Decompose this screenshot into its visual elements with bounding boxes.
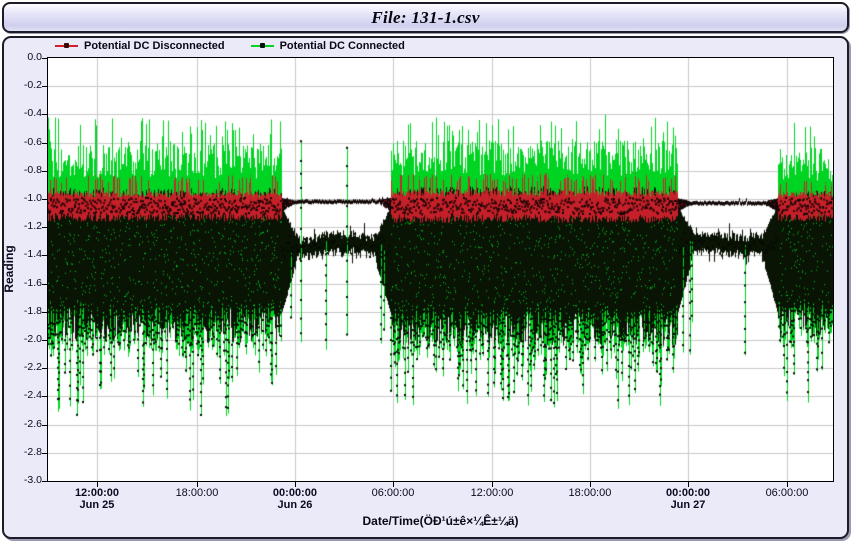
- x-tick-label: 00:00:00: [250, 487, 340, 499]
- y-tick-label: -0.6: [0, 136, 42, 148]
- y-tick-mark-icon: [42, 114, 47, 115]
- y-tick-label: -0.8: [0, 164, 42, 176]
- y-tick-label: -1.8: [0, 305, 42, 317]
- y-tick-mark-icon: [42, 227, 47, 228]
- red-line-marker-icon: [55, 45, 78, 47]
- app-window: File: 131-1.csv Potential DC Disconnecte…: [0, 0, 853, 543]
- x-tick-label: 06:00:00: [742, 487, 832, 499]
- y-tick-label: -0.4: [0, 107, 42, 119]
- x-tick-label: 18:00:00: [152, 487, 242, 499]
- x-tick-label: 06:00:00: [348, 487, 438, 499]
- legend-item-disconnected: Potential DC Disconnected: [55, 40, 225, 52]
- y-tick-label: -2.2: [0, 361, 42, 373]
- page-title: File: 131-1.csv: [371, 8, 479, 28]
- y-tick-label: -1.4: [0, 248, 42, 260]
- legend-label-disconnected: Potential DC Disconnected: [84, 40, 225, 52]
- x-tick-date-label: Jun 27: [643, 499, 733, 511]
- y-tick-mark-icon: [42, 368, 47, 369]
- y-tick-mark-icon: [42, 58, 47, 59]
- legend-item-connected: Potential DC Connected: [251, 40, 405, 52]
- legend-label-connected: Potential DC Connected: [280, 40, 405, 52]
- y-tick-mark-icon: [42, 143, 47, 144]
- y-tick-mark-icon: [42, 199, 47, 200]
- x-tick-label: 18:00:00: [545, 487, 635, 499]
- y-tick-mark-icon: [42, 171, 47, 172]
- legend: Potential DC Disconnected Potential DC C…: [55, 40, 405, 52]
- y-tick-label: -2.0: [0, 333, 42, 345]
- y-tick-label: -2.8: [0, 446, 42, 458]
- y-tick-mark-icon: [42, 425, 47, 426]
- y-tick-label: -0.2: [0, 79, 42, 91]
- y-tick-mark-icon: [42, 453, 47, 454]
- x-tick-date-label: Jun 26: [250, 499, 340, 511]
- plot-area: [47, 57, 834, 482]
- y-tick-mark-icon: [42, 255, 47, 256]
- y-tick-label: 0.0: [0, 51, 42, 63]
- y-tick-mark-icon: [42, 284, 47, 285]
- y-tick-label: -2.6: [0, 418, 42, 430]
- green-line-marker-icon: [251, 45, 274, 47]
- y-tick-label: -1.2: [0, 220, 42, 232]
- y-tick-mark-icon: [42, 312, 47, 313]
- y-tick-label: -2.4: [0, 389, 42, 401]
- x-tick-date-label: Jun 25: [52, 499, 142, 511]
- x-tick-label: 00:00:00: [643, 487, 733, 499]
- y-tick-mark-icon: [42, 396, 47, 397]
- x-tick-label: 12:00:00: [52, 487, 142, 499]
- y-tick-mark-icon: [42, 481, 47, 482]
- x-axis-title: Date/Time(ÖÐ¹ú±ê×¼Ê±¼ä): [48, 514, 833, 528]
- y-tick-label: -1.6: [0, 277, 42, 289]
- y-tick-label: -3.0: [0, 474, 42, 486]
- y-axis-title: Reading: [2, 229, 16, 309]
- y-tick-mark-icon: [42, 86, 47, 87]
- y-tick-label: -1.0: [0, 192, 42, 204]
- title-bar: File: 131-1.csv: [2, 2, 849, 33]
- chart-canvas: [48, 58, 833, 481]
- x-tick-label: 12:00:00: [447, 487, 537, 499]
- y-tick-mark-icon: [42, 340, 47, 341]
